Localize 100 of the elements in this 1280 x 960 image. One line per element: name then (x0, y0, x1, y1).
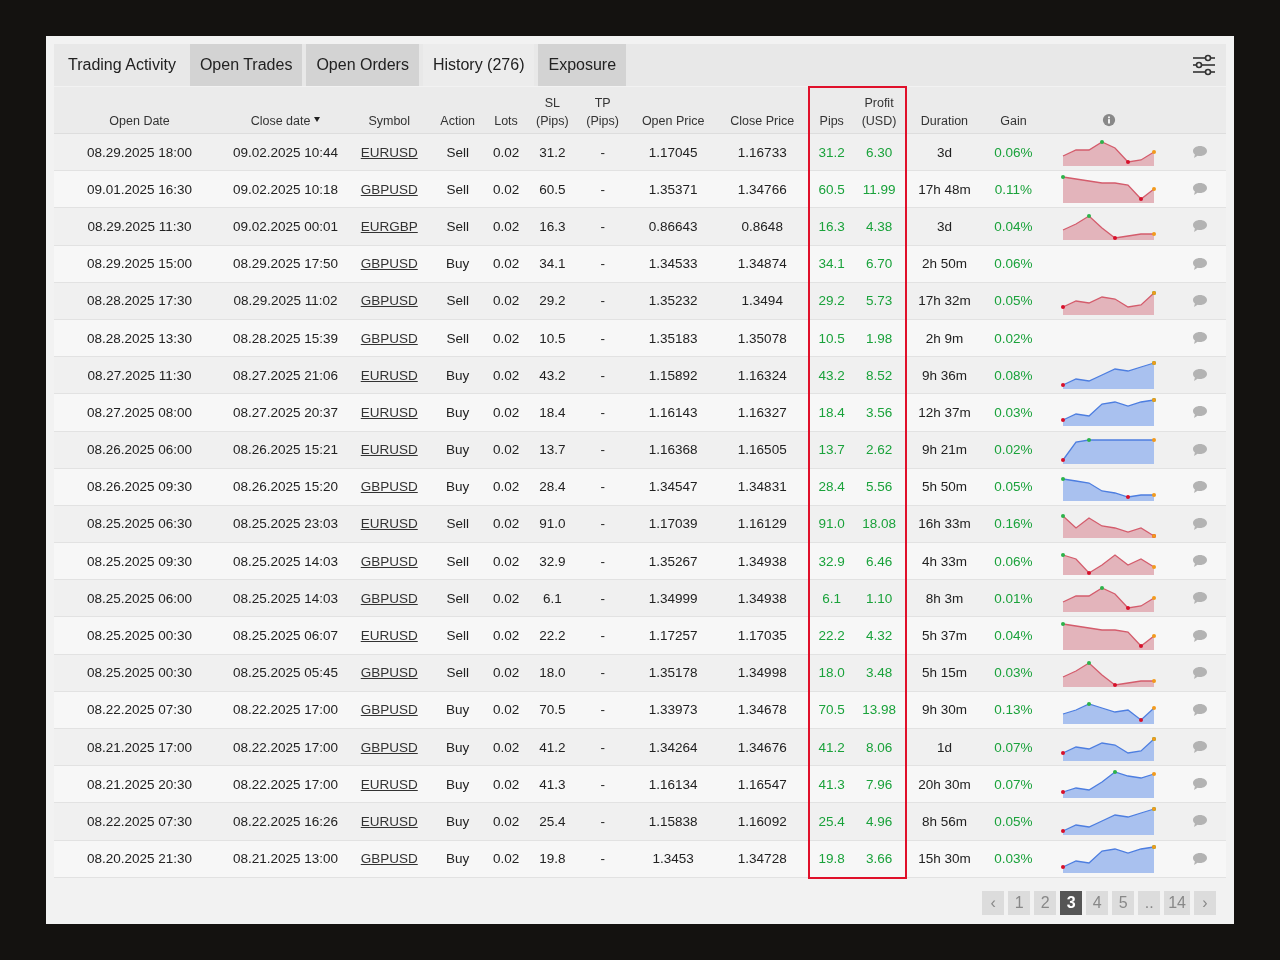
symbol-link[interactable]: EURUSD (360, 442, 418, 458)
table-cell: 08.29.2025 18:00 (87, 144, 193, 160)
table-cell: 8.52 (865, 367, 893, 383)
table-cell: 1.16327 (737, 404, 787, 420)
table-cell: 08.25.2025 05:45 (233, 665, 339, 681)
table-cell: 18.0 (539, 665, 566, 681)
comment-icon[interactable] (1191, 591, 1208, 606)
table-cell: 08.21.2025 20:30 (87, 776, 193, 792)
comment-icon[interactable] (1191, 702, 1208, 717)
comment-icon[interactable] (1191, 777, 1208, 792)
table-cell: 08.22.2025 17:00 (233, 739, 339, 755)
table-cell: - (600, 479, 605, 495)
table-cell: 5h 37m (921, 628, 967, 644)
column-header: Symbol (368, 113, 411, 130)
comment-icon[interactable] (1191, 405, 1208, 420)
table-cell: 3.56 (865, 404, 893, 420)
comment-icon[interactable] (1191, 219, 1208, 234)
comment-icon[interactable] (1191, 554, 1208, 569)
table-cell: 0.07% (994, 776, 1033, 792)
comment-icon[interactable] (1191, 814, 1208, 829)
table-cell: 1.16134 (648, 776, 698, 792)
table-cell: 08.22.2025 07:30 (87, 813, 193, 829)
table-cell: 1.17035 (737, 628, 787, 644)
table-cell: 91.0 (539, 516, 566, 532)
symbol-link[interactable]: GBPUSD (360, 665, 418, 681)
symbol-link[interactable]: EURGBP (360, 218, 418, 234)
table-cell: - (600, 516, 605, 532)
tab[interactable]: Open Orders (306, 44, 419, 86)
column-header: SL (Pips) (535, 95, 570, 130)
table-cell: 0.08% (994, 367, 1033, 383)
table-cell: 0.13% (994, 702, 1033, 718)
table-cell: - (600, 665, 605, 681)
table-cell: 08.22.2025 17:00 (233, 776, 339, 792)
comment-icon[interactable] (1191, 479, 1208, 494)
table-cell: 08.26.2025 09:30 (87, 479, 193, 495)
table-cell: 41.3 (539, 776, 566, 792)
table-cell: 0.04% (994, 218, 1033, 234)
table-cell: 1.3494 (741, 293, 783, 309)
comment-icon[interactable] (1191, 516, 1208, 531)
table-cell: 1.34728 (737, 851, 787, 867)
table-cell: 0.02 (492, 516, 520, 532)
symbol-link[interactable]: EURUSD (360, 813, 418, 829)
comment-icon[interactable] (1191, 665, 1208, 680)
table-cell: 12h 37m (918, 404, 971, 420)
table-cell: 3d (936, 218, 952, 234)
table-cell: 32.9 (818, 553, 845, 569)
tab[interactable]: Open Trades (189, 44, 303, 86)
table-cell: 08.21.2025 13:00 (233, 851, 339, 867)
table-cell: 17h 32m (918, 293, 971, 309)
table-cell: - (600, 330, 605, 346)
table-cell: Sell (446, 665, 469, 681)
table-cell: 1.35078 (737, 330, 787, 346)
symbol-link[interactable]: GBPUSD (360, 590, 418, 606)
table-cell: 0.02 (492, 404, 520, 420)
table-cell: 0.02 (492, 776, 520, 792)
table-cell: 0.02 (492, 256, 520, 272)
comment-icon[interactable] (1191, 293, 1208, 308)
table-cell: 29.2 (539, 293, 566, 309)
table-cell: - (600, 293, 605, 309)
table-cell: 08.25.2025 06:30 (87, 516, 193, 532)
comment-icon[interactable] (1191, 740, 1208, 755)
symbol-link[interactable]: EURUSD (360, 367, 418, 383)
table-cell: 0.02 (492, 665, 520, 681)
symbol-link[interactable]: GBPUSD (360, 739, 418, 755)
table-cell: 0.06% (994, 553, 1033, 569)
table-cell: 08.21.2025 17:00 (87, 739, 193, 755)
comment-icon[interactable] (1191, 368, 1208, 383)
table-cell: 70.5 (539, 702, 566, 718)
settings-icon[interactable] (1192, 53, 1216, 77)
column-header: Close Price (730, 113, 795, 130)
table-cell: 0.05% (994, 479, 1033, 495)
column-header: Open Price (641, 113, 705, 130)
table-cell: - (600, 367, 605, 383)
comment-icon[interactable] (1191, 442, 1208, 457)
table-cell: - (600, 813, 605, 829)
table-cell: - (600, 739, 605, 755)
tab[interactable]: History (276) (422, 44, 535, 86)
symbol-link[interactable]: GBPUSD (360, 293, 418, 309)
comment-icon[interactable] (1191, 851, 1208, 866)
table-cell: 08.29.2025 11:02 (233, 293, 338, 309)
comment-icon[interactable] (1191, 256, 1208, 271)
table-cell: 43.2 (818, 367, 845, 383)
table-cell: 19.8 (539, 851, 566, 867)
table-cell: - (600, 702, 605, 718)
table-cell: 1.16547 (737, 776, 787, 792)
table-cell: 08.20.2025 21:30 (87, 851, 193, 867)
comment-icon[interactable] (1191, 145, 1208, 160)
comment-icon[interactable] (1191, 331, 1208, 346)
page-button[interactable]: 3 (1060, 890, 1083, 915)
table-cell: 34.1 (818, 256, 845, 272)
tab[interactable]: Exposure (538, 44, 627, 86)
info-icon[interactable] (1102, 113, 1117, 127)
symbol-link[interactable]: EURUSD (360, 516, 418, 532)
table-cell: 0.03% (994, 851, 1033, 867)
symbol-link[interactable]: EURUSD (360, 144, 418, 160)
comment-icon[interactable] (1191, 182, 1208, 197)
table-cell: 08.25.2025 06:00 (87, 590, 193, 606)
table-cell: 0.02 (492, 330, 520, 346)
table-cell: 08.25.2025 14:03 (233, 553, 339, 569)
comment-icon[interactable] (1191, 628, 1208, 643)
